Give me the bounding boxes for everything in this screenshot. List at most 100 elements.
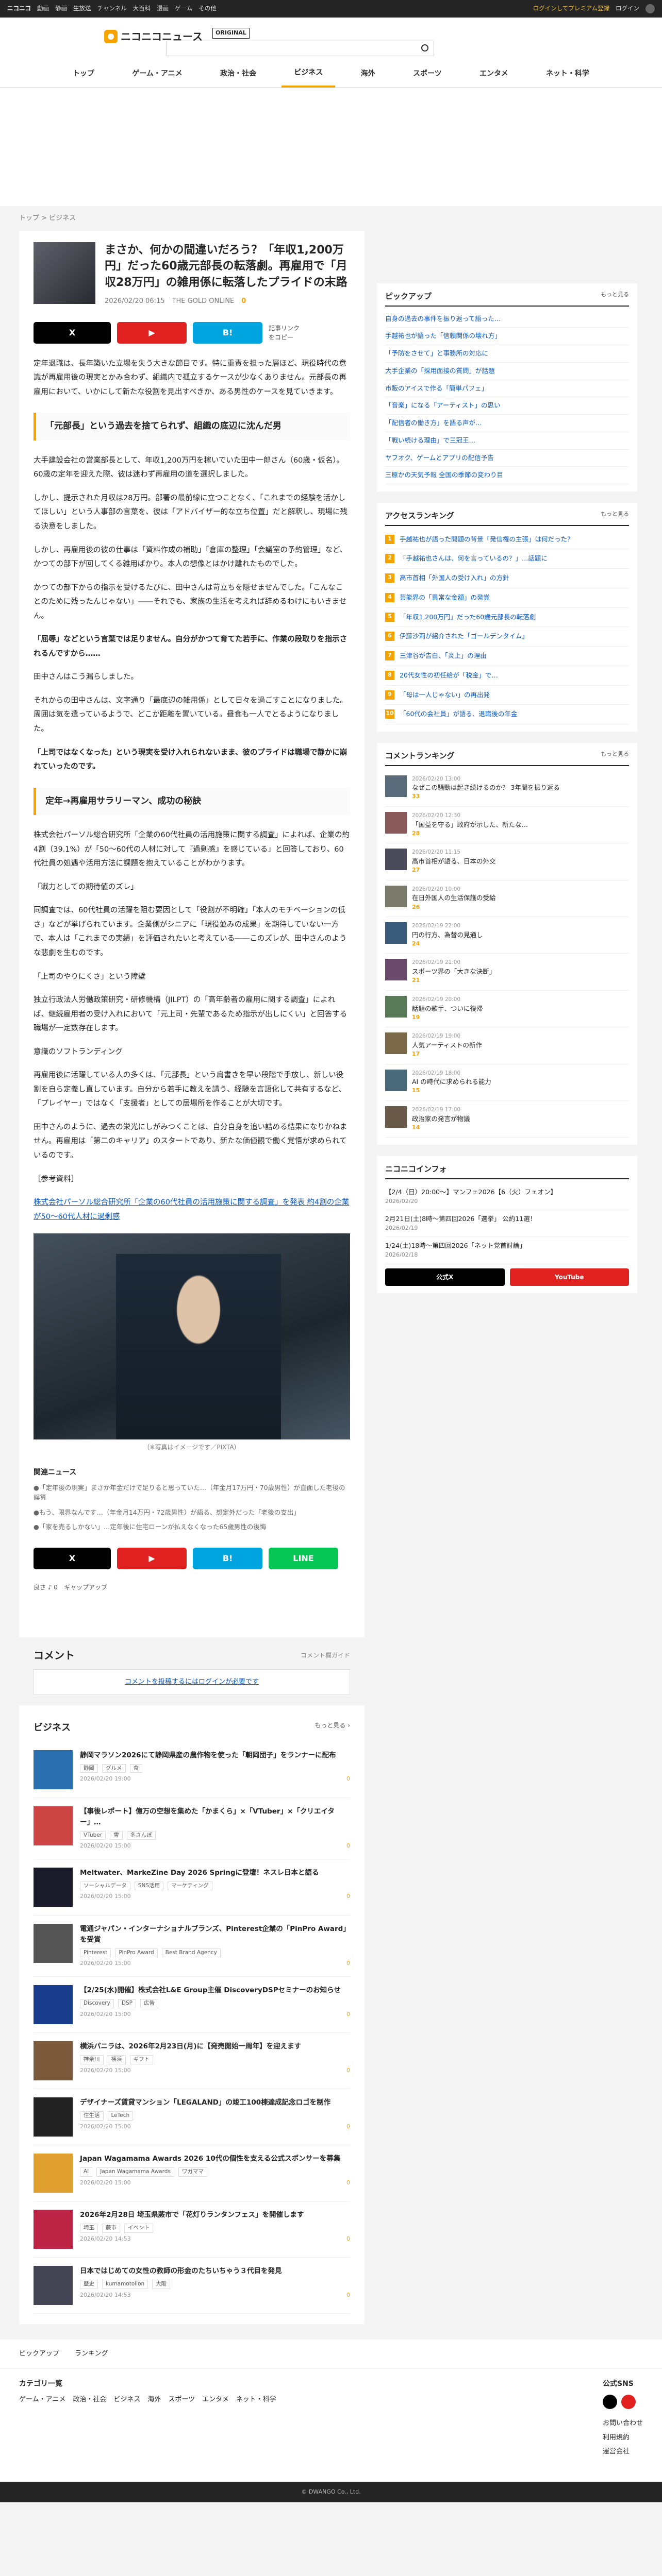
access-ranking-item[interactable]: 2 「手越祐也さんは、何を言っているの？」…話題に: [385, 549, 629, 569]
news-tag[interactable]: 歴史: [80, 2279, 98, 2289]
info-item[interactable]: 【2/4（日）20:00〜】マンフェ2026【6（火）フェオン】 2026/02/…: [385, 1183, 629, 1210]
premium-link[interactable]: ログインしてプレミアム登録: [533, 4, 609, 13]
comment-ranking-item[interactable]: 2026/02/19 19:00 人気アーティストの新作 17: [385, 1027, 629, 1064]
news-tag[interactable]: 蕨市: [102, 2223, 120, 2233]
comment-ranking-item[interactable]: 2026/02/20 12:30 「国益を守る」政府が示した、新たな… 28: [385, 807, 629, 844]
comment-ranking-item[interactable]: 2026/02/20 13:00 なぜこの騒動は起き続けるのか？ 3年間を振り返る…: [385, 770, 629, 807]
share-youtube-button[interactable]: ▶: [117, 321, 187, 344]
footer-cat-business[interactable]: ビジネス: [113, 2395, 140, 2405]
news-tag[interactable]: LeTech: [107, 2111, 134, 2121]
service-link-channel[interactable]: チャンネル: [97, 4, 127, 13]
access-ranking-item[interactable]: 9 「母は一人じゃない」の再出発: [385, 686, 629, 705]
share-x-button[interactable]: X: [34, 321, 111, 344]
rank-title[interactable]: 高市首相「外国人の受け入れ」の方針: [400, 573, 509, 583]
news-tag[interactable]: 横浜: [107, 2055, 126, 2064]
source-link[interactable]: 株式会社パーソル総合研究所「企業の60代社員の活用施策に関する調査」を発表 約4…: [34, 1196, 350, 1224]
related-item[interactable]: ●「家を売るしかない」…定年後に住宅ローンが払えなくなった65歳男性の後悔: [34, 1522, 350, 1532]
footer-cat-politics[interactable]: 政治・社会: [73, 2395, 106, 2405]
news-title[interactable]: Japan Wagamama Awards 2026 10代の個性を支える公式ス…: [80, 2154, 350, 2164]
comment-ranking-title[interactable]: なぜこの騒動は起き続けるのか？ 3年間を振り返る: [412, 783, 560, 792]
access-ranking-item[interactable]: 7 三津谷が告白、「炎上」の理由: [385, 647, 629, 666]
news-title[interactable]: 電通ジャパン・インターナショナルブランズ、Pinterest企業の「PinPro…: [80, 1924, 350, 1945]
news-item[interactable]: 静岡マラソン2026にて静岡県産の農作物を使った「朝岡団子」をランナーに配布 静岡…: [34, 1742, 350, 1798]
comment-ranking-title[interactable]: 円の行方、為替の見通し: [412, 930, 483, 940]
news-tag[interactable]: DSP: [118, 1998, 136, 2008]
related-item[interactable]: ●「定年後の現実」まさか年金だけで足りると思っていた…（年金月17万円・70歳男…: [34, 1483, 350, 1503]
pickup-item[interactable]: 「音楽」になる「アーティスト」の思い: [385, 397, 629, 415]
youtube-icon[interactable]: [621, 2395, 636, 2410]
search-input[interactable]: [166, 41, 434, 56]
footer-cat-game-anime[interactable]: ゲーム・アニメ: [19, 2395, 65, 2405]
news-tag[interactable]: PinPro Award: [115, 1948, 158, 1958]
news-tag[interactable]: 住生活: [80, 2111, 104, 2121]
comment-ranking-item[interactable]: 2026/02/19 21:00 スポーツ界の「大きな決断」 21: [385, 954, 629, 991]
like-button[interactable]: 良さ ♪ 0: [34, 1583, 58, 1592]
news-comment-count[interactable]: 0: [346, 2179, 350, 2188]
comment-ranking-title[interactable]: 話題の歌手、ついに復帰: [412, 1004, 483, 1013]
news-comment-count[interactable]: 0: [346, 1892, 350, 1901]
service-link-video[interactable]: 動画: [37, 4, 49, 13]
comment-ranking-title[interactable]: 高市首相が語る、日本の外交: [412, 857, 496, 866]
share-youtube-button[interactable]: ▶: [117, 1548, 187, 1570]
nav-politics[interactable]: 政治・社会: [208, 61, 269, 87]
pickup-more-link[interactable]: もっと見る: [601, 291, 629, 302]
pickup-item[interactable]: 三原かの天気予報 全国の季節の変わり目: [385, 467, 629, 484]
news-tag[interactable]: VTuber: [80, 1831, 106, 1840]
access-ranking-item[interactable]: 3 高市首相「外国人の受け入れ」の方針: [385, 569, 629, 588]
footer-nav-pickup[interactable]: ピックアップ: [19, 2349, 59, 2359]
official-x-button[interactable]: 公式X: [385, 1268, 505, 1286]
pickup-item[interactable]: 自身の過去の事件を振り返って語った…: [385, 311, 629, 328]
news-item[interactable]: 電通ジャパン・インターナショナルブランズ、Pinterest企業の「PinPro…: [34, 1916, 350, 1977]
breadcrumb-business[interactable]: ビジネス: [49, 214, 76, 222]
news-tag[interactable]: 神奈川: [80, 2055, 104, 2064]
access-ranking-item[interactable]: 5 「年収1,200万円」だった60歳元部長の転落劇: [385, 608, 629, 628]
comment-ranking-title[interactable]: 政治家の発言が物議: [412, 1114, 470, 1124]
info-item[interactable]: 1/24(土)18時〜第四回2026「ネット党首討論」 2026/02/18: [385, 1237, 629, 1264]
service-link-live[interactable]: 生放送: [73, 4, 91, 13]
info-title[interactable]: 1/24(土)18時〜第四回2026「ネット党首討論」: [385, 1241, 629, 1251]
service-link-dic[interactable]: 大百科: [133, 4, 151, 13]
news-title[interactable]: 横浜パニラは、2026年2月23日(月)に【発売開始一周年】を迎えます: [80, 2041, 350, 2052]
news-tag[interactable]: Discovery: [80, 1998, 114, 2008]
footer-cat-net-science[interactable]: ネット・科学: [236, 2395, 276, 2405]
bell-icon[interactable]: [646, 4, 655, 13]
news-tag[interactable]: 食: [129, 1764, 142, 1773]
official-youtube-button[interactable]: YouTube: [509, 1268, 629, 1286]
comment-ranking-item[interactable]: 2026/02/19 20:00 話題の歌手、ついに復帰 19: [385, 991, 629, 1028]
news-title[interactable]: デザイナーズ賃貸マンション「LEGALAND」の竣工100棟達成記念ロゴを制作: [80, 2097, 350, 2108]
pickup-item[interactable]: 「配信者の働き方」を語る声が…: [385, 415, 629, 432]
info-title[interactable]: 2月21日(土)8時〜第四回2026「選挙」 公約11選！: [385, 1214, 629, 1224]
service-link-manga[interactable]: 漫画: [157, 4, 169, 13]
share-hatena-button[interactable]: B!: [193, 321, 262, 344]
footer-cat-entame[interactable]: エンタメ: [202, 2395, 229, 2405]
news-tag[interactable]: 雪: [110, 1831, 123, 1840]
rank-title[interactable]: 20代女性の初任給が「税金」で…: [400, 671, 498, 681]
footer-cat-sports[interactable]: スポーツ: [168, 2395, 195, 2405]
news-comment-count[interactable]: 0: [346, 1775, 350, 1784]
nav-top[interactable]: トップ: [60, 61, 107, 87]
login-link[interactable]: ログイン: [616, 4, 639, 13]
news-tag[interactable]: グルメ: [102, 1764, 126, 1773]
news-tag[interactable]: 静岡: [80, 1764, 98, 1773]
comment-ranking-title[interactable]: 人気アーティストの新作: [412, 1041, 482, 1050]
news-comment-count[interactable]: 0: [346, 1959, 350, 1968]
comment-ranking-item[interactable]: 2026/02/19 18:00 AI の時代に求められる能力 15: [385, 1064, 629, 1101]
pickup-item[interactable]: 市販のアイスで作る「簡単パフェ」: [385, 380, 629, 398]
pickup-item[interactable]: 「予防をさせて」と事務所の対応に: [385, 345, 629, 363]
pickup-item[interactable]: ヤフオク、ゲームとアプリの配信予告: [385, 450, 629, 467]
access-ranking-item[interactable]: 4 芸能界の「異常な金額」の発覚: [385, 588, 629, 608]
news-tag[interactable]: kumamotolion: [102, 2279, 148, 2289]
footer-company-link[interactable]: 運営会社: [603, 2447, 643, 2457]
related-item[interactable]: ●もう、限界なんです…（年金月14万円・72歳男性）が語る、想定外だった「老後の…: [34, 1508, 350, 1518]
news-tag[interactable]: 大阪: [152, 2279, 171, 2289]
share-line-button[interactable]: LINE: [269, 1548, 338, 1570]
news-tag[interactable]: 冬さんぽ: [126, 1831, 156, 1840]
pickup-item[interactable]: 「戦い続ける理由」で三冠王…: [385, 432, 629, 450]
nav-net-science[interactable]: ネット・科学: [534, 61, 602, 87]
x-icon[interactable]: [602, 2395, 617, 2410]
comment-ranking-title[interactable]: 「国益を守る」政府が示した、新たな…: [412, 820, 528, 829]
access-ranking-item[interactable]: 10 「60代の会社員」が語る、退職後の年金: [385, 705, 629, 724]
news-tag[interactable]: 埼玉: [80, 2223, 98, 2233]
gap-up-button[interactable]: ギャップアップ: [64, 1583, 107, 1592]
news-item[interactable]: デザイナーズ賃貸マンション「LEGALAND」の竣工100棟達成記念ロゴを制作住…: [34, 2089, 350, 2145]
